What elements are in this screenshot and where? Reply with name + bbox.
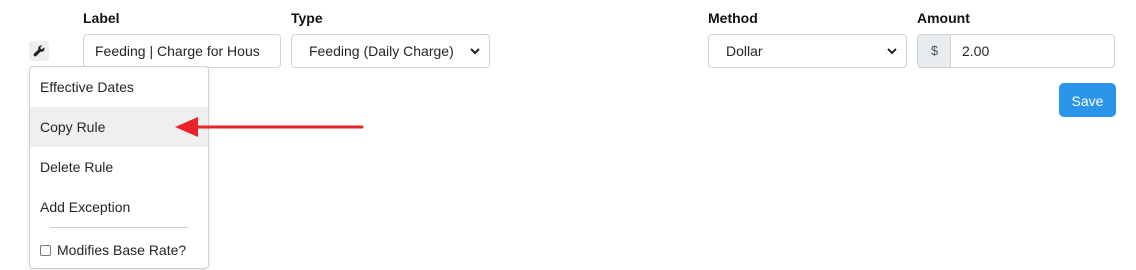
method-select-value: Dollar [726, 43, 763, 59]
rule-menu: Effective Dates Copy Rule Delete Rule Ad… [29, 66, 209, 269]
label-input[interactable]: Feeding | Charge for Hous [83, 34, 281, 68]
type-select[interactable]: Feeding (Daily Charge) [291, 34, 490, 68]
modifies-base-rate-toggle[interactable]: Modifies Base Rate? [40, 241, 186, 259]
type-header: Type [291, 10, 323, 26]
menu-item-effective-dates[interactable]: Effective Dates [30, 67, 208, 107]
method-header: Method [708, 10, 758, 26]
label-header: Label [83, 10, 120, 26]
type-select-value: Feeding (Daily Charge) [309, 43, 454, 59]
modifies-base-rate-checkbox[interactable] [40, 244, 51, 256]
menu-item-add-exception[interactable]: Add Exception [30, 187, 208, 227]
chevron-down-icon [470, 48, 480, 55]
menu-divider [50, 227, 188, 228]
modifies-base-rate-label: Modifies Base Rate? [57, 242, 187, 258]
save-button[interactable]: Save [1059, 83, 1116, 117]
menu-item-delete-rule[interactable]: Delete Rule [30, 147, 208, 187]
rule-menu-button[interactable] [29, 41, 49, 61]
annotation-arrow-icon [175, 117, 364, 137]
currency-prefix: $ [917, 34, 951, 68]
method-select[interactable]: Dollar [708, 34, 907, 68]
amount-header: Amount [917, 10, 970, 26]
chevron-down-icon [887, 48, 897, 55]
wrench-icon [33, 45, 45, 57]
amount-input[interactable]: 2.00 [950, 34, 1115, 68]
